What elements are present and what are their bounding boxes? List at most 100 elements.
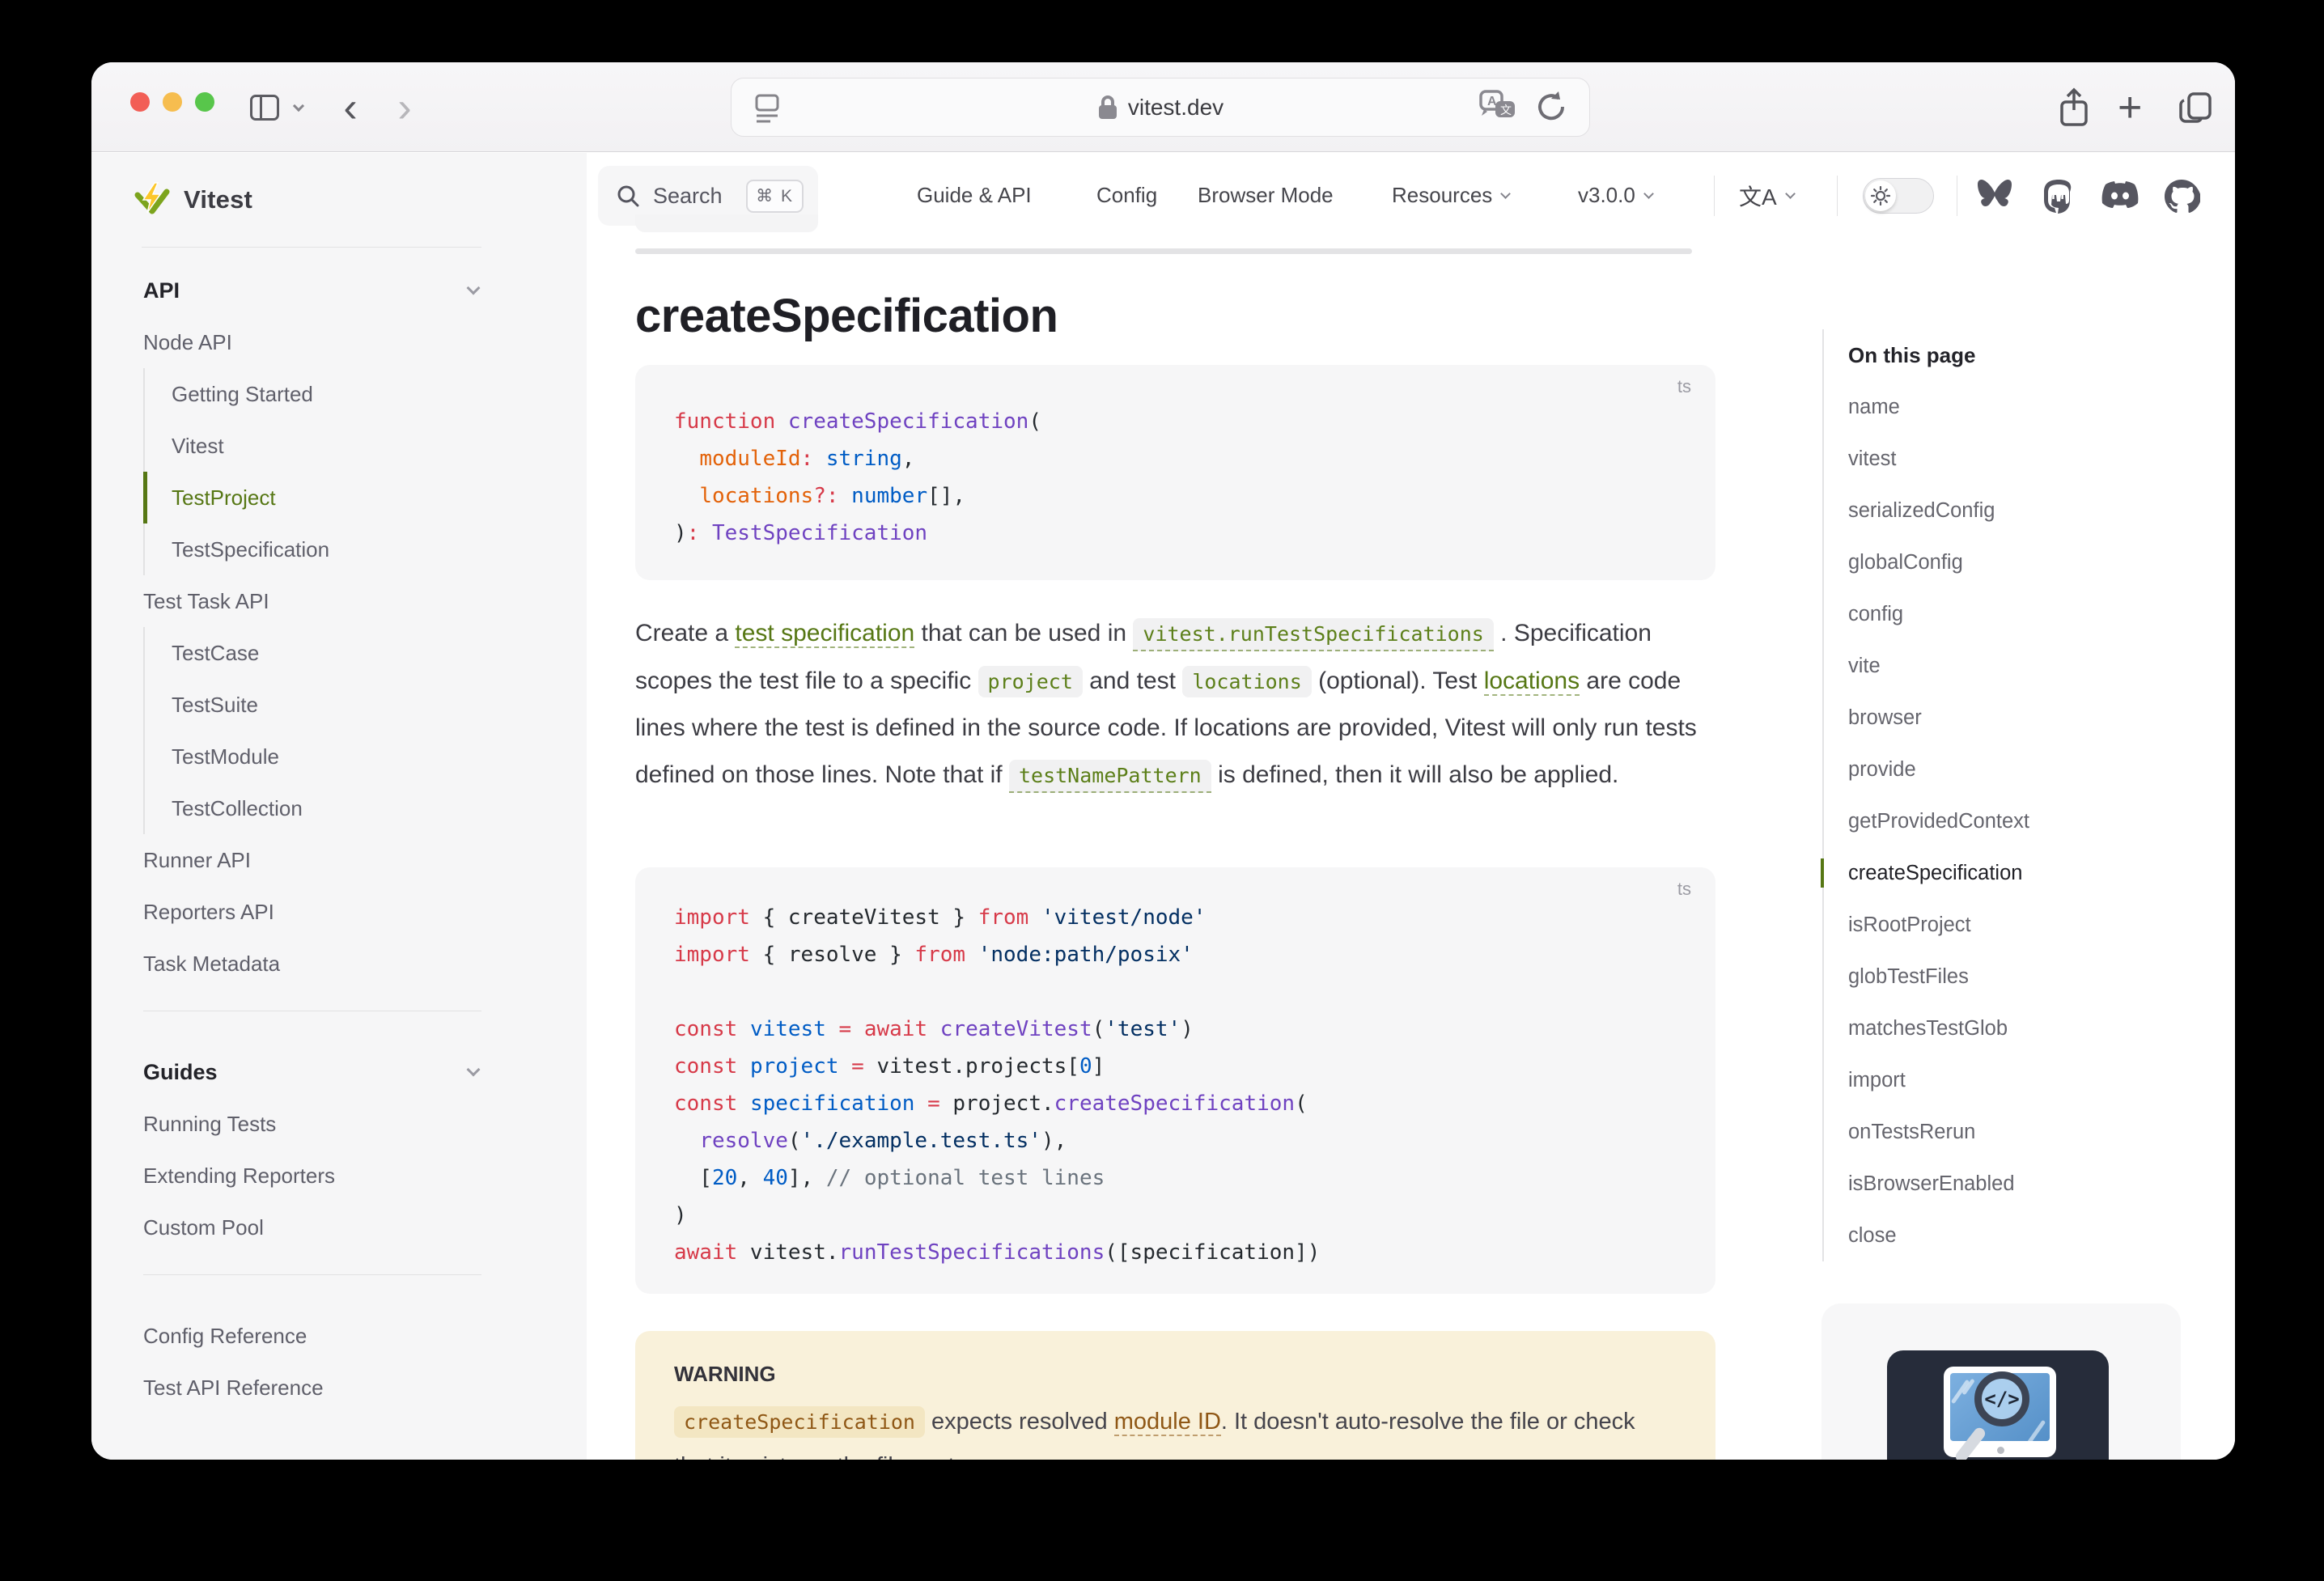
translate-icon[interactable]: A 文 [1479, 90, 1516, 124]
sidebar-item-extending-reporters[interactable]: Extending Reporters [143, 1150, 481, 1202]
inline-text-optional-test: (optional). Test [1312, 668, 1484, 694]
top-nav: Search ⌘ K Guide & APIConfigBrowser Mode… [587, 153, 2235, 238]
inline-link-test-specification[interactable]: test specification [735, 620, 914, 648]
sidebar-item-config-reference[interactable]: Config Reference [143, 1310, 481, 1362]
github-icon[interactable] [2163, 178, 2200, 215]
toc-item-close[interactable]: close [1848, 1210, 2162, 1261]
inline-link-vitest-runtestspecifications[interactable]: vitest.runTestSpecifications [1133, 618, 1493, 651]
sidebar-toggle-icon[interactable] [247, 62, 282, 152]
toc-item-createspecification[interactable]: createSpecification [1848, 847, 2162, 899]
sidebar-item-testspecification[interactable]: TestSpecification [143, 523, 481, 575]
sponsor-card[interactable]: </> [1821, 1303, 2181, 1460]
sidebar-item-testsuite[interactable]: TestSuite [143, 679, 481, 731]
sidebar-item-node-api[interactable]: Node API [143, 316, 481, 368]
url-text: vitest.dev [1128, 95, 1223, 121]
nav-item-guide-api[interactable]: Guide & API [917, 153, 1032, 238]
previous-code-block-cutoff [635, 214, 818, 232]
toc-item-globalconfig[interactable]: globalConfig [1848, 536, 2162, 588]
inline-text-is-defined-then-it-will-also-b: is defined, then it will also be applied… [1211, 761, 1619, 788]
inline-text-that-can-be-used-in: that can be used in [914, 620, 1133, 646]
sidebar-item-test-api-reference[interactable]: Test API Reference [143, 1362, 481, 1414]
browser-window: ‹ › vitest.dev [91, 62, 2235, 1460]
magnifier-code-icon: </> [1974, 1371, 2029, 1426]
theme-toggle[interactable] [1863, 178, 1934, 214]
share-icon[interactable] [2056, 62, 2105, 152]
nav-item-browser-mode[interactable]: Browser Mode [1198, 153, 1334, 238]
chevron-down-icon [467, 1063, 481, 1077]
sidebar-item-testmodule[interactable]: TestModule [143, 731, 481, 782]
inline-link-testnamepattern[interactable]: testNamePattern [1009, 760, 1211, 793]
sidebar-item-reporters-api[interactable]: Reporters API [143, 886, 481, 938]
sidebar-item-custom-pool[interactable]: Custom Pool [143, 1202, 481, 1253]
code-language-tag: ts [1677, 376, 1691, 397]
code-line: const vitest = await createVitest('test'… [674, 1011, 1677, 1048]
tab-overview-icon[interactable] [2176, 62, 2224, 152]
minimize-window-button[interactable] [163, 92, 182, 112]
toc-item-globtestfiles[interactable]: globTestFiles [1848, 951, 2162, 1002]
search-shortcut-badge: ⌘ K [746, 180, 804, 213]
nav-item-config[interactable]: Config [1096, 153, 1157, 238]
nav-divider [1837, 176, 1838, 216]
toc-item-import[interactable]: import [1848, 1054, 2162, 1106]
close-window-button[interactable] [130, 92, 150, 112]
toc-item-matchestestglob[interactable]: matchesTestGlob [1848, 1002, 2162, 1054]
nav-item-v3-0-0[interactable]: v3.0.0 [1578, 153, 1652, 238]
toc-item-vite[interactable]: vite [1848, 640, 2162, 692]
chevron-down-icon [467, 282, 481, 295]
description-paragraph: Create a test specification that can be … [635, 610, 1728, 799]
nav-divider [1714, 176, 1715, 216]
reload-icon[interactable] [1534, 90, 1568, 124]
forward-button[interactable]: › [384, 62, 425, 152]
sidebar-item-testproject[interactable]: TestProject [143, 472, 481, 523]
sidebar-chevron-icon[interactable] [288, 62, 309, 152]
new-tab-icon[interactable]: + [2118, 62, 2163, 152]
sidebar-item-test-task-api[interactable]: Test Task API [143, 575, 481, 627]
toc-item-provide[interactable]: provide [1848, 744, 2162, 795]
toc-title: On this page [1848, 329, 2162, 381]
svg-text:文: 文 [1500, 104, 1512, 117]
sidebar-item-testcase[interactable]: TestCase [143, 627, 481, 679]
sidebar-item-vitest[interactable]: Vitest [143, 420, 481, 472]
toc-item-browser[interactable]: browser [1848, 692, 2162, 744]
sidebar-item-task-metadata[interactable]: Task Metadata [143, 938, 481, 990]
toc-item-isbrowserenabled[interactable]: isBrowserEnabled [1848, 1158, 2162, 1210]
inline-link-locations[interactable]: locations [1484, 668, 1580, 696]
inline-link-module-id[interactable]: module ID [1114, 1409, 1221, 1436]
code-line: import { createVitest } from 'vitest/nod… [674, 899, 1677, 936]
zoom-window-button[interactable] [195, 92, 214, 112]
discord-icon[interactable] [2101, 178, 2138, 215]
site-title: Vitest [184, 185, 252, 214]
sidebar-item-guides[interactable]: Guides [143, 1046, 481, 1098]
toc-item-isrootproject[interactable]: isRootProject [1848, 899, 2162, 951]
reader-view-icon[interactable] [753, 92, 783, 125]
browser-toolbar: ‹ › vitest.dev [91, 62, 2235, 152]
sidebar-item-runner-api[interactable]: Runner API [143, 834, 481, 886]
nav-item-resources[interactable]: Resources [1392, 153, 1509, 238]
inline-text-expects-resolved: expects resolved [925, 1409, 1114, 1435]
code-line: moduleId: string, [674, 440, 1677, 477]
toc-item-name[interactable]: name [1848, 381, 2162, 433]
toc-item-serializedconfig[interactable]: serializedConfig [1848, 485, 2162, 536]
mastodon-icon[interactable]: m [2041, 178, 2078, 215]
toc-item-config[interactable]: config [1848, 588, 2162, 640]
back-button[interactable]: ‹ [330, 62, 371, 152]
toc-item-getprovidedcontext[interactable]: getProvidedContext [1848, 795, 2162, 847]
toc-item-ontestsrerun[interactable]: onTestsRerun [1848, 1106, 2162, 1158]
inline-text-createspecification: createSpecification [674, 1406, 925, 1438]
toc-item-vitest[interactable]: vitest [1848, 433, 2162, 485]
vitest-logo-icon [134, 182, 171, 218]
sidebar-item-testcollection[interactable]: TestCollection [143, 782, 481, 834]
inline-text-locations: locations [1182, 666, 1311, 697]
sidebar-item-api[interactable]: API [143, 265, 481, 316]
bluesky-icon[interactable] [1976, 178, 2013, 215]
svg-text:m: m [2051, 186, 2064, 202]
code-line: ): TestSpecification [674, 515, 1677, 552]
sidebar-item-running-tests[interactable]: Running Tests [143, 1098, 481, 1150]
address-bar[interactable]: vitest.dev A 文 [731, 78, 1590, 137]
sidebar-item-getting-started[interactable]: Getting Started [143, 368, 481, 420]
chevron-down-icon [1643, 189, 1654, 199]
language-menu[interactable]: 文A [1739, 153, 1794, 238]
inline-text-project: project [978, 666, 1083, 697]
code-line: [20, 40], // optional test lines [674, 1159, 1677, 1197]
logo[interactable]: Vitest [91, 153, 587, 247]
